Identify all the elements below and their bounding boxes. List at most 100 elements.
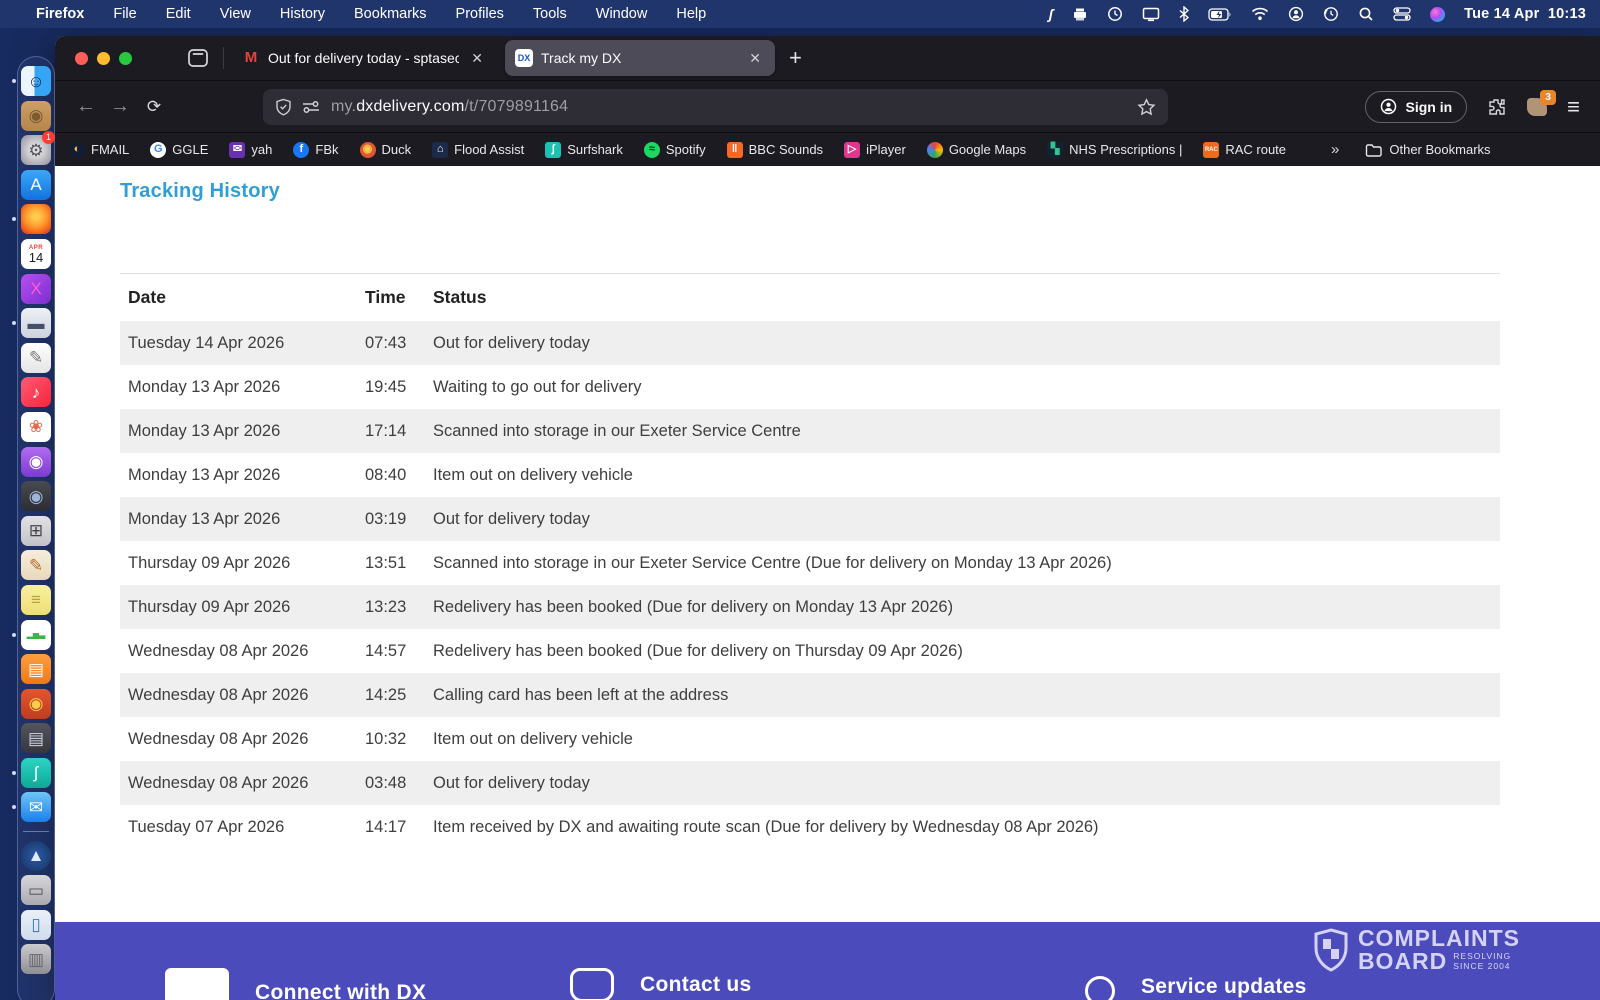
dock-numbers-chart-icon[interactable]: ▂▅▃ [21,620,51,650]
dock-app-store-icon[interactable]: A [21,170,51,200]
bookmark-duck[interactable]: ◉Duck [360,142,412,158]
menu-hamburger-icon[interactable]: ≡ [1567,94,1580,120]
dock-finder-icon[interactable]: ☺ [21,66,51,96]
menu-history[interactable]: History [280,6,325,22]
dock-scanner-icon[interactable]: ▤ [21,723,51,753]
bookmark-fmail[interactable]: ◐FMAIL [69,142,129,158]
account-icon[interactable] [1288,6,1304,22]
reload-button[interactable]: ⟳ [137,97,171,117]
close-tab-icon[interactable]: ✕ [745,48,765,69]
search-icon[interactable] [1358,6,1374,22]
sign-in-button[interactable]: Sign in [1365,91,1467,123]
tab-track-my-dx[interactable]: DX Track my DX ✕ [505,40,775,76]
dock-firefox-icon[interactable] [21,204,51,234]
printer-icon[interactable] [1072,7,1088,22]
dock-calendar-icon[interactable]: APR14 [21,239,51,269]
tab-gmail[interactable]: M Out for delivery today - sptasec ✕ [232,40,497,76]
bookmark-bbc-sounds[interactable]: ‖BBC Sounds [727,142,823,158]
dock-image-editor-icon[interactable]: ✎ [21,550,51,580]
dock-books-icon[interactable]: ▤ [21,654,51,684]
menu-bookmarks[interactable]: Bookmarks [354,6,427,22]
cell-date: Wednesday 08 Apr 2026 [120,629,357,673]
column-header-date: Date [120,274,357,322]
forward-button[interactable]: → [103,95,137,118]
menu-firefox[interactable]: Firefox [36,6,84,22]
bookmark-rac-route[interactable]: RACRAC route [1203,142,1286,158]
menu-help[interactable]: Help [676,6,706,22]
display-icon[interactable] [1142,7,1160,22]
dock-photo-booth-icon[interactable]: ◉ [21,481,51,511]
bookmark-flood-assist[interactable]: ⌂Flood Assist [432,142,524,158]
cell-status: Waiting to go out for delivery [425,365,1500,409]
siri-icon[interactable] [1430,7,1445,22]
bookmark-spotify[interactable]: ≈Spotify [644,142,706,158]
bookmark-fbk[interactable]: fFBk [293,142,338,158]
bbc-sounds-icon: ‖ [727,142,743,158]
dock-documents-stack-icon[interactable]: ▯ [21,910,51,940]
tab-overview-icon[interactable] [187,48,209,68]
tracking-history-table: Date Time Status Tuesday 14 Apr 202607:4… [120,273,1500,849]
dock-surfshark-app-icon[interactable]: ʃ [21,758,51,788]
dock-trash-icon[interactable]: ▥ [21,944,51,974]
menu-tools[interactable]: Tools [533,6,567,22]
wifi-icon[interactable] [1251,7,1269,21]
cell-status: Item out on delivery vehicle [425,453,1500,497]
bookmark-google-maps[interactable]: Google Maps [927,142,1026,158]
menu-edit[interactable]: Edit [166,6,191,22]
bookmark-label: Flood Assist [454,142,524,157]
battery-icon[interactable] [1208,8,1232,21]
footer-link-connect-with-dx[interactable]: Connect with DX [165,968,426,1000]
menu-bar-clock[interactable]: Tue 14 Apr 10:13 [1464,6,1586,22]
bookmark-yah[interactable]: ✉yah [229,142,272,158]
bookmark-surfshark[interactable]: ʃSurfshark [545,142,623,158]
surfshark-menu-icon[interactable]: ʃ [1049,6,1053,22]
back-button[interactable]: ← [69,95,103,118]
dock-mountain-utility-icon[interactable]: ▲ [21,841,51,871]
dock-contacts-icon[interactable]: ◉ [21,101,51,131]
dock-stickies-icon[interactable]: ≡ [21,585,51,615]
permissions-icon[interactable] [301,100,321,114]
clock-icon[interactable] [1107,6,1123,22]
extension-button[interactable]: 3 [1527,98,1547,116]
dock-x-app-icon[interactable]: X [21,274,51,304]
close-tab-icon[interactable]: ✕ [467,48,487,69]
column-header-status: Status [425,274,1500,322]
dock-podcasts-icon[interactable]: ◉ [21,447,51,477]
bookmark-ggle[interactable]: GGGLE [150,142,208,158]
extensions-puzzle-icon[interactable] [1487,97,1507,117]
minimize-window-button[interactable] [97,52,110,65]
dock-printer-utility-icon[interactable]: ▭ [21,875,51,905]
menu-view[interactable]: View [220,6,251,22]
menu-profiles[interactable]: Profiles [456,6,504,22]
control-center-icon[interactable] [1393,7,1411,21]
dock-photos-icon[interactable]: ❀ [21,412,51,442]
dock-music-icon[interactable]: ♪ [21,377,51,407]
dock-textedit-icon[interactable]: ✎ [21,343,51,373]
bluetooth-icon[interactable] [1179,6,1189,22]
dock-media-app-icon[interactable]: ▬ [21,308,51,338]
dock-duckduckgo-icon[interactable]: ◉ [21,689,51,719]
complaintsboard-watermark: COMPLAINTS BOARD RESOLVINGSINCE 2004 [1312,927,1520,973]
bookmark-iplayer[interactable]: ▷iPlayer [844,142,906,158]
zoom-window-button[interactable] [119,52,132,65]
menu-file[interactable]: File [113,6,136,22]
bookmark-star-icon[interactable] [1137,98,1156,116]
bookmark-label: Duck [382,142,412,157]
url-bar[interactable]: my.dxdelivery.com/t/7079891164 [263,89,1168,125]
footer-link-contact-us[interactable]: Contact us [570,968,752,1000]
bookmarks-overflow-chevron[interactable]: » [1331,141,1337,158]
menu-window[interactable]: Window [596,6,648,22]
time-machine-icon[interactable] [1323,6,1339,22]
bookmark-nhs-prescriptions-[interactable]: ▚NHS Prescriptions | [1047,142,1182,158]
dock-system-settings-icon[interactable]: ⚙1 [21,135,51,165]
new-tab-button[interactable]: + [789,45,802,71]
other-bookmarks-button[interactable]: Other Bookmarks [1365,142,1490,157]
footer-link-label: Contact us [640,973,752,997]
footer-link-service-updates[interactable]: Service updates [1085,968,1307,1000]
calendar-day: 14 [29,251,43,264]
dock-calculator-icon[interactable]: ⊞ [21,516,51,546]
close-window-button[interactable] [75,52,88,65]
dock-mail-icon[interactable]: ✉ [21,792,51,822]
cell-status: Redelivery has been booked (Due for deli… [425,585,1500,629]
shield-icon[interactable] [275,98,292,116]
